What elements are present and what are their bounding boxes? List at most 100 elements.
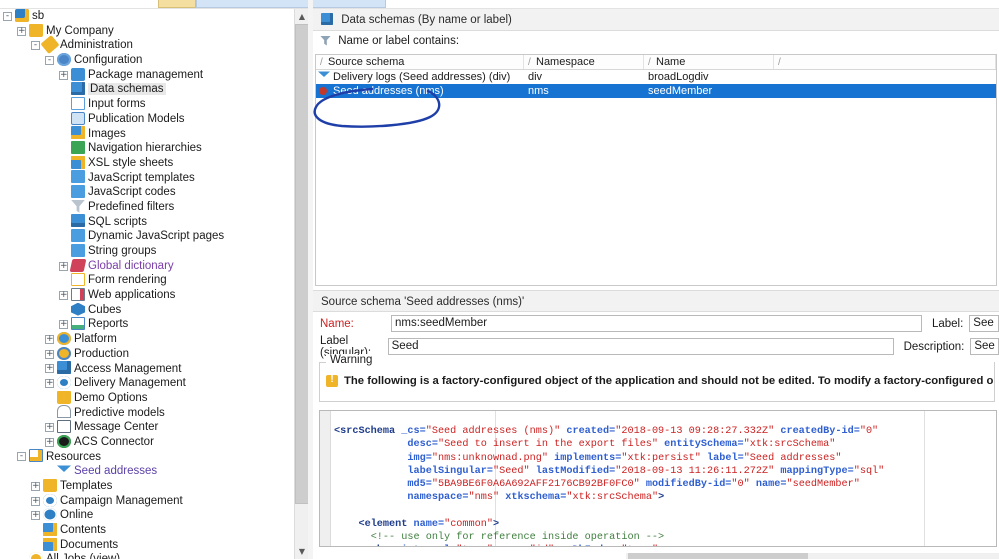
tree-item-seed-addresses[interactable]: Seed addresses — [0, 464, 294, 479]
scroll-down-arrow-icon[interactable]: ▼ — [295, 544, 308, 559]
label-field[interactable]: See — [969, 315, 999, 332]
tree-item-data-schemas[interactable]: Data schemas — [0, 82, 294, 97]
tree-item-navigation-hierarchies[interactable]: Navigation hierarchies — [0, 141, 294, 156]
tree-item-production[interactable]: + Production — [0, 346, 294, 362]
table-row[interactable]: Delivery logs (Seed addresses) (div) div… — [316, 70, 996, 84]
description-field[interactable]: See — [970, 338, 999, 355]
tree-vertical-scrollbar[interactable]: ▲ ▼ — [294, 9, 308, 559]
tree-item-web-applications[interactable]: + Web applications — [0, 287, 294, 303]
toolbar-strip: •• — [0, 0, 999, 9]
schema-list[interactable]: Source schema Namespace Name Delivery lo… — [315, 54, 997, 286]
tree-item-string-groups[interactable]: String groups — [0, 243, 294, 259]
tree-item-administration[interactable]: - Administration — [0, 35, 294, 55]
application-window: •• -sb+My Company-Administration-Configu… — [0, 0, 999, 559]
tree-item-demo-options[interactable]: Demo Options — [0, 390, 294, 406]
label-singular-field[interactable]: Seed — [387, 338, 894, 355]
column-header-name[interactable]: Name — [644, 55, 774, 69]
tree-item-package-management[interactable]: + Package management — [0, 67, 294, 83]
form-rendering-icon — [71, 273, 85, 287]
tree-item-label: Form rendering — [88, 274, 167, 287]
tree-item-label: Administration — [60, 39, 133, 52]
expand-toggle-icon[interactable]: + — [31, 511, 40, 521]
tree-item-dynamic-javascript-pages[interactable]: Dynamic JavaScript pages — [0, 229, 294, 244]
expand-toggle-icon[interactable]: + — [45, 364, 54, 374]
tree-item-images[interactable]: Images — [0, 126, 294, 142]
tree-item-platform[interactable]: + Platform — [0, 331, 294, 347]
tree-item-delivery-management[interactable]: + Delivery Management — [0, 376, 294, 391]
name-field[interactable]: nms:seedMember — [391, 315, 922, 332]
tree-item-input-forms[interactable]: Input forms — [0, 96, 294, 112]
tree-item-predefined-filters[interactable]: Predefined filters — [0, 199, 294, 215]
expand-toggle-icon[interactable]: + — [45, 379, 54, 389]
tree-item-templates[interactable]: + Templates — [0, 478, 294, 494]
tree-item-reports[interactable]: + Reports — [0, 317, 294, 332]
tree-item-documents[interactable]: Documents — [0, 537, 294, 553]
tree-item-online[interactable]: + Online — [0, 508, 294, 523]
tree-item-label: sb — [32, 10, 45, 22]
tree-item-label: Images — [88, 127, 126, 140]
tree-item-predictive-models[interactable]: Predictive models — [0, 405, 294, 421]
column-header-extra[interactable] — [774, 55, 996, 69]
toolbar-overflow-icon[interactable]: •• — [2, 0, 12, 3]
expand-toggle-icon[interactable]: + — [59, 290, 68, 300]
tree-item-label: Delivery Management — [74, 377, 186, 390]
expand-toggle-icon[interactable]: + — [45, 423, 54, 433]
editor-horizontal-scrollbar[interactable] — [626, 553, 999, 559]
expand-toggle-icon[interactable]: + — [59, 320, 68, 330]
expand-toggle-icon[interactable]: + — [31, 496, 40, 506]
scroll-up-arrow-icon[interactable]: ▲ — [295, 9, 308, 24]
tree-item-xsl-style-sheets[interactable]: XSL style sheets — [0, 155, 294, 171]
tree-item-label: Demo Options — [74, 391, 148, 404]
tree-item-label: SQL scripts — [88, 215, 148, 228]
tree-item-javascript-codes[interactable]: JavaScript codes — [0, 185, 294, 200]
expand-toggle-icon[interactable]: + — [59, 70, 68, 80]
collapse-toggle-icon[interactable]: - — [17, 452, 26, 462]
expand-toggle-icon[interactable]: + — [45, 349, 54, 359]
tree-item-campaign-management[interactable]: + Campaign Management — [0, 493, 294, 509]
warning-icon — [326, 375, 338, 387]
tree-item-all-jobs-view[interactable]: All Jobs (view) — [0, 552, 294, 559]
expand-toggle-icon[interactable]: + — [59, 261, 68, 271]
expand-toggle-icon[interactable]: + — [31, 481, 40, 491]
xml-source-editor[interactable]: <srcSchema _cs="Seed addresses (nms)" cr… — [319, 410, 997, 547]
scroll-thumb[interactable] — [628, 553, 808, 559]
scroll-thumb[interactable] — [295, 24, 308, 504]
column-header-namespace[interactable]: Namespace — [524, 55, 644, 69]
table-row[interactable]: Seed addresses (nms) nms seedMember — [316, 84, 996, 98]
tree-item-access-management[interactable]: + Access Management — [0, 361, 294, 377]
tree-item-configuration[interactable]: - Configuration — [0, 52, 294, 68]
wrench-icon — [40, 35, 60, 55]
tree-item-resources[interactable]: - Resources — [0, 449, 294, 465]
tree-item-publication-models[interactable]: Publication Models — [0, 111, 294, 127]
tree-item-form-rendering[interactable]: Form rendering — [0, 273, 294, 288]
tree-item-label: String groups — [88, 245, 157, 257]
tree-item-label: Package management — [88, 68, 204, 81]
toolbar-button-group[interactable] — [196, 0, 386, 8]
tree-item-contents[interactable]: Contents — [0, 522, 294, 538]
filter-label: Name or label contains: — [338, 35, 460, 47]
toolbar-button-new[interactable] — [158, 0, 196, 8]
collapse-toggle-icon[interactable]: - — [3, 11, 12, 21]
tree-item-label: ACS Connector — [74, 435, 154, 448]
tree-item-cubes[interactable]: Cubes — [0, 302, 294, 318]
tree-item-label: Navigation hierarchies — [88, 142, 202, 155]
tree-item-sb[interactable]: - sb — [0, 9, 294, 24]
tree-item-message-center[interactable]: + Message Center — [0, 420, 294, 435]
xml-source-text[interactable]: <srcSchema _cs="Seed addresses (nms)" cr… — [334, 425, 996, 546]
navigation-tree[interactable]: - sb + My Company - Administration - Configurat… — [0, 9, 294, 559]
tree-item-acs-connector[interactable]: + ACS Connector — [0, 434, 294, 450]
sql-icon — [71, 214, 85, 228]
acs-connector-icon — [57, 434, 71, 448]
column-header-source-schema[interactable]: Source schema — [316, 55, 524, 69]
expand-toggle-icon[interactable]: + — [45, 437, 54, 447]
collapse-toggle-icon[interactable]: - — [45, 55, 54, 65]
tree-item-global-dictionary[interactable]: + Global dictionary — [0, 258, 294, 274]
tree-item-sql-scripts[interactable]: SQL scripts — [0, 214, 294, 230]
tree-item-label: JavaScript templates — [88, 171, 195, 184]
tree-item-javascript-templates[interactable]: JavaScript templates — [0, 170, 294, 186]
expand-toggle-icon[interactable]: + — [17, 26, 26, 36]
expand-toggle-icon[interactable]: + — [45, 334, 54, 344]
folder-icon — [29, 23, 43, 37]
collapse-toggle-icon[interactable]: - — [31, 41, 40, 51]
tree-item-my-company[interactable]: + My Company — [0, 23, 294, 39]
